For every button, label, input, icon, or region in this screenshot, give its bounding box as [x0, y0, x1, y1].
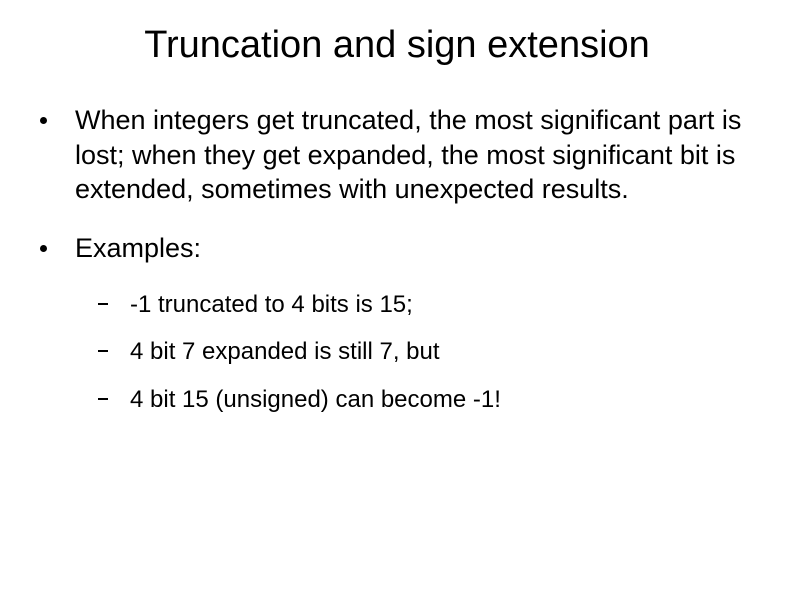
sub-text: -1 truncated to 4 bits is 15;: [130, 289, 413, 320]
bullet-text: Examples:: [75, 231, 201, 266]
bullet-item: Examples:: [40, 231, 754, 266]
slide-content: When integers get truncated, the most si…: [0, 103, 794, 415]
bullet-item: When integers get truncated, the most si…: [40, 103, 754, 207]
bullet-text: When integers get truncated, the most si…: [75, 103, 754, 207]
sub-text: 4 bit 7 expanded is still 7, but: [130, 336, 440, 367]
sub-item: -1 truncated to 4 bits is 15;: [98, 289, 754, 320]
sub-item: 4 bit 7 expanded is still 7, but: [98, 336, 754, 367]
sub-text: 4 bit 15 (unsigned) can become -1!: [130, 384, 501, 415]
bullet-icon: [40, 245, 47, 252]
dash-icon: [98, 398, 108, 400]
dash-icon: [98, 350, 108, 352]
slide-title: Truncation and sign extension: [0, 24, 794, 67]
sub-list: -1 truncated to 4 bits is 15; 4 bit 7 ex…: [98, 289, 754, 415]
dash-icon: [98, 303, 108, 305]
sub-item: 4 bit 15 (unsigned) can become -1!: [98, 384, 754, 415]
bullet-icon: [40, 117, 47, 124]
